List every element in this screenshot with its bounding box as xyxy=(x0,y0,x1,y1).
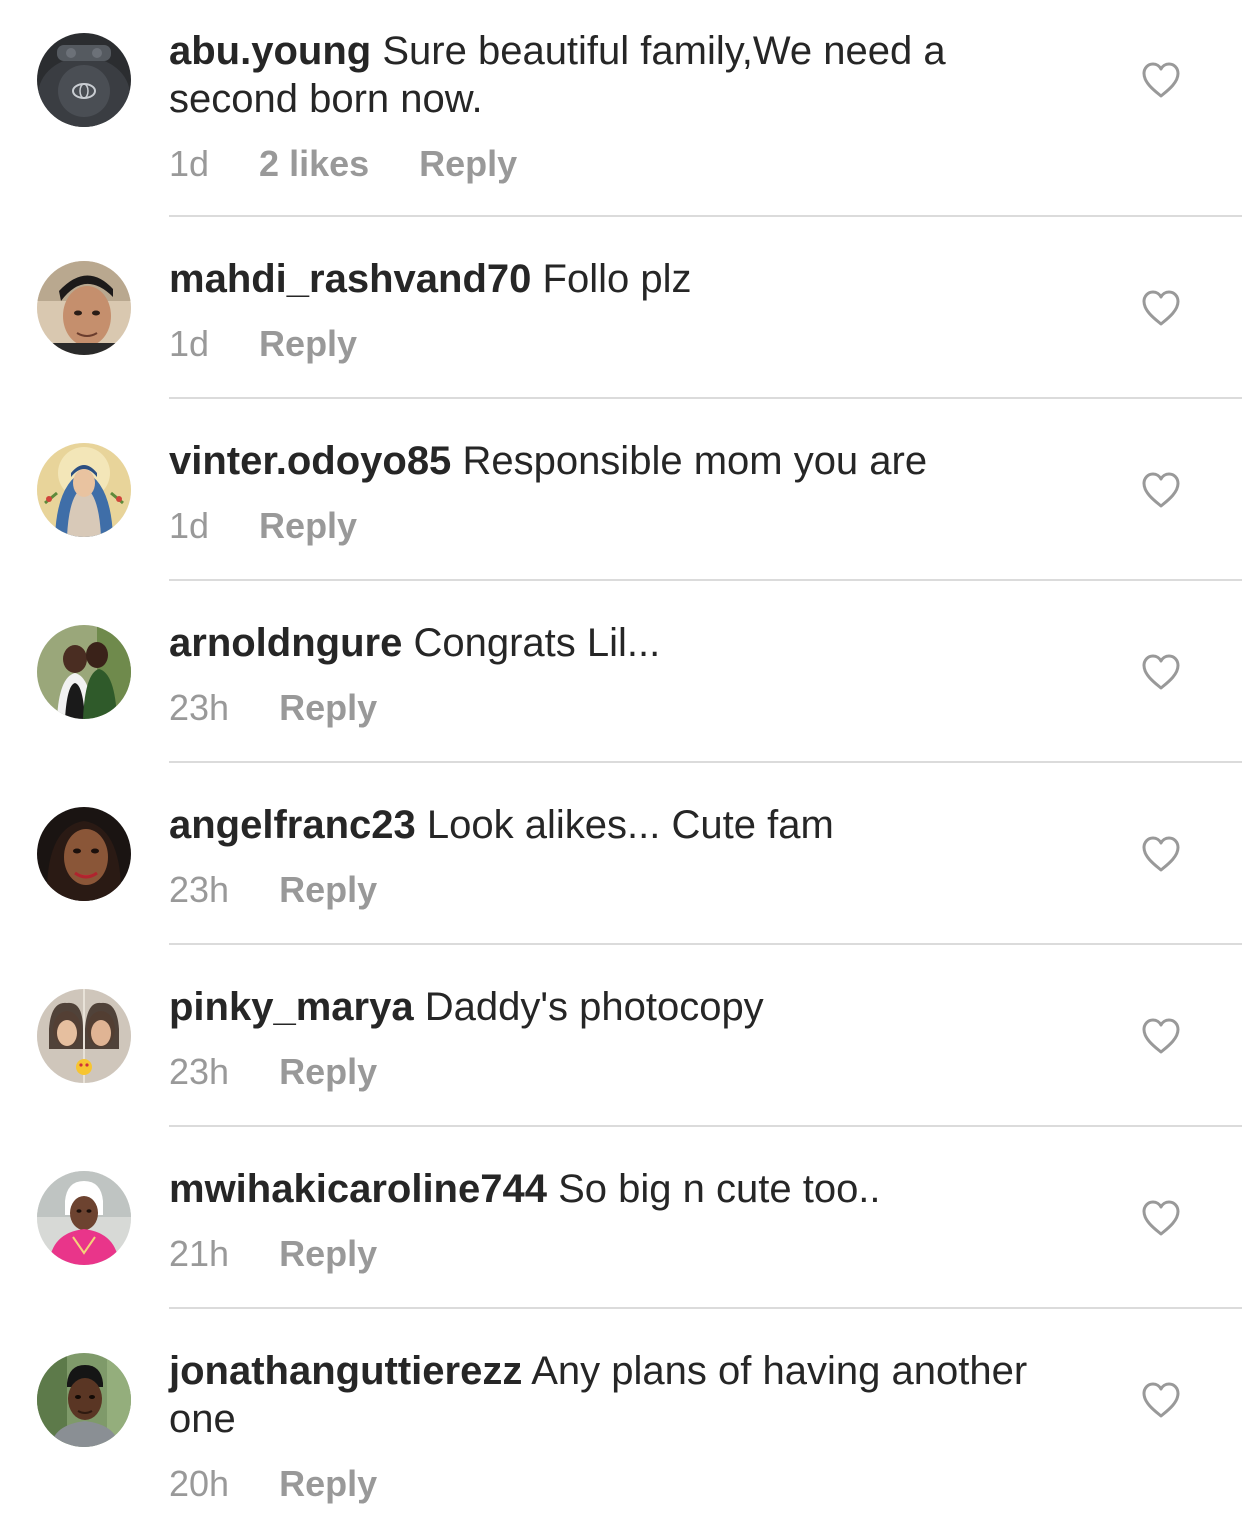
comment-text: vinter.odoyo85 Responsible mom you are xyxy=(169,437,1029,485)
divider xyxy=(169,215,1242,217)
comment-body: Responsible mom you are xyxy=(462,439,928,483)
reply-button[interactable]: Reply xyxy=(279,870,377,910)
reply-button[interactable]: Reply xyxy=(279,1464,377,1504)
comment-time: 23h xyxy=(169,1051,230,1092)
comment-text: arnoldngure Congrats Lil... xyxy=(169,619,1029,667)
heart-icon[interactable] xyxy=(1141,835,1181,873)
reply-button[interactable]: Reply xyxy=(279,1052,377,1092)
avatar[interactable] xyxy=(37,625,131,719)
comment-time: 1d xyxy=(169,323,210,364)
comment-likes-count[interactable]: 2 likes xyxy=(259,144,369,184)
comment-time: 23h xyxy=(169,869,230,910)
reply-button[interactable]: Reply xyxy=(259,506,357,546)
divider xyxy=(169,579,1242,581)
comment-username[interactable]: abu.young xyxy=(169,29,371,73)
heart-icon[interactable] xyxy=(1141,471,1181,509)
comment-text: jonathanguttierezz Any plans of having a… xyxy=(169,1347,1029,1443)
comment-username[interactable]: pinky_marya xyxy=(169,985,414,1029)
comment-body: Daddy's photocopy xyxy=(424,985,764,1029)
comment-text: abu.young Sure beautiful family,We need … xyxy=(169,27,1029,123)
avatar[interactable] xyxy=(37,989,131,1083)
comment-text: mahdi_rashvand70 Follo plz xyxy=(169,255,1029,303)
heart-icon[interactable] xyxy=(1141,61,1181,99)
reply-button[interactable]: Reply xyxy=(259,324,357,364)
reply-button[interactable]: Reply xyxy=(419,144,517,184)
avatar[interactable] xyxy=(37,443,131,537)
comment-username[interactable]: arnoldngure xyxy=(169,621,402,665)
avatar[interactable] xyxy=(37,807,131,901)
comment-text: pinky_marya Daddy's photocopy xyxy=(169,983,1029,1031)
comment-meta: 23h Reply xyxy=(169,688,377,728)
comment-username[interactable]: vinter.odoyo85 xyxy=(169,439,451,483)
comment-meta: 1d Reply xyxy=(169,324,357,364)
comment-text: mwihakicaroline744 So big n cute too.. xyxy=(169,1165,1029,1213)
heart-icon[interactable] xyxy=(1141,1199,1181,1237)
reply-button[interactable]: Reply xyxy=(279,688,377,728)
comment-body: So big n cute too.. xyxy=(558,1167,881,1211)
comment-username[interactable]: mahdi_rashvand70 xyxy=(169,257,531,301)
comment-meta: 1d Reply xyxy=(169,506,357,546)
comment-meta: 23h Reply xyxy=(169,870,377,910)
comment-username[interactable]: mwihakicaroline744 xyxy=(169,1167,547,1211)
comment-meta: 20h Reply xyxy=(169,1464,377,1504)
comment-time: 23h xyxy=(169,687,230,728)
avatar[interactable] xyxy=(37,1353,131,1447)
heart-icon[interactable] xyxy=(1141,1017,1181,1055)
comment-body: Congrats Lil... xyxy=(413,621,661,665)
divider xyxy=(169,943,1242,945)
comment-username[interactable]: jonathanguttierezz xyxy=(169,1349,522,1393)
comment-body: Follo plz xyxy=(542,257,692,301)
avatar[interactable] xyxy=(37,261,131,355)
divider xyxy=(169,397,1242,399)
comment-time: 21h xyxy=(169,1233,230,1274)
reply-button[interactable]: Reply xyxy=(279,1234,377,1274)
divider xyxy=(169,1307,1242,1309)
comment-meta: 23h Reply xyxy=(169,1052,377,1092)
comment-time: 20h xyxy=(169,1463,230,1504)
comment-meta: 1d 2 likes Reply xyxy=(169,144,517,184)
divider xyxy=(169,761,1242,763)
comment-body: Look alikes... Cute fam xyxy=(426,803,834,847)
comment-time: 1d xyxy=(169,505,210,546)
comment-meta: 21h Reply xyxy=(169,1234,377,1274)
heart-icon[interactable] xyxy=(1141,653,1181,691)
heart-icon[interactable] xyxy=(1141,289,1181,327)
avatar[interactable] xyxy=(37,33,131,127)
heart-icon[interactable] xyxy=(1141,1381,1181,1419)
comment-time: 1d xyxy=(169,143,210,184)
divider xyxy=(169,1125,1242,1127)
comment-username[interactable]: angelfranc23 xyxy=(169,803,416,847)
avatar[interactable] xyxy=(37,1171,131,1265)
comment-text: angelfranc23 Look alikes... Cute fam xyxy=(169,801,1029,849)
